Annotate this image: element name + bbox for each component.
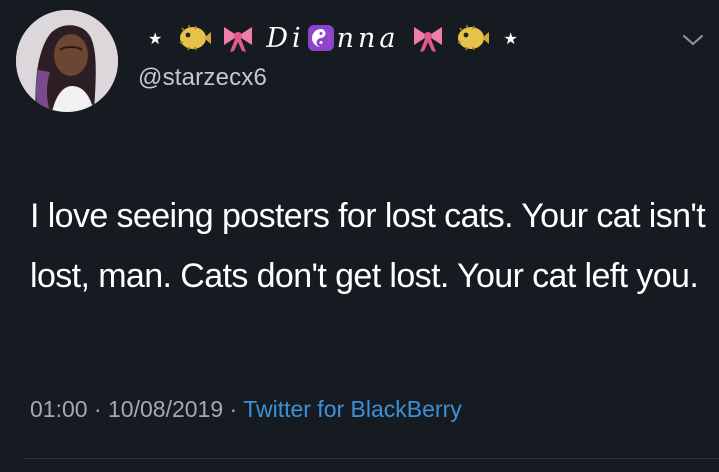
- display-name-end: nna: [336, 22, 400, 54]
- tweet-text: I love seeing posters for lost cats. You…: [30, 197, 706, 295]
- meta-separator: ·: [93, 396, 102, 422]
- avatar-image: [16, 10, 118, 112]
- tweet-time: 01:00: [30, 396, 88, 422]
- tweet-date[interactable]: 10/08/2019: [108, 396, 223, 422]
- blowfish-icon: [176, 23, 212, 53]
- tweet-card: ★ Di nna ★ @starzecx6 I love seeing post…: [0, 0, 719, 472]
- tweet-meta: 01:00 · 10/08/2019 · Twitter for BlackBe…: [30, 396, 462, 423]
- display-name: Di nna: [266, 23, 399, 54]
- divider: [24, 458, 719, 459]
- tweet-source-link[interactable]: Twitter for BlackBerry: [243, 396, 462, 422]
- ribbon-icon: [410, 23, 446, 53]
- avatar[interactable]: [16, 10, 118, 112]
- display-name-row[interactable]: ★ Di nna ★: [138, 18, 528, 58]
- user-handle[interactable]: @starzecx6: [138, 64, 267, 92]
- yin-yang-icon: [307, 25, 334, 51]
- star-icon: ★: [503, 28, 518, 48]
- blowfish-icon: [454, 23, 490, 53]
- display-name-start: Di: [266, 22, 305, 54]
- star-icon: ★: [148, 28, 163, 48]
- ribbon-icon: [220, 23, 256, 53]
- meta-separator: ·: [229, 396, 238, 422]
- chevron-down-icon[interactable]: [680, 30, 706, 50]
